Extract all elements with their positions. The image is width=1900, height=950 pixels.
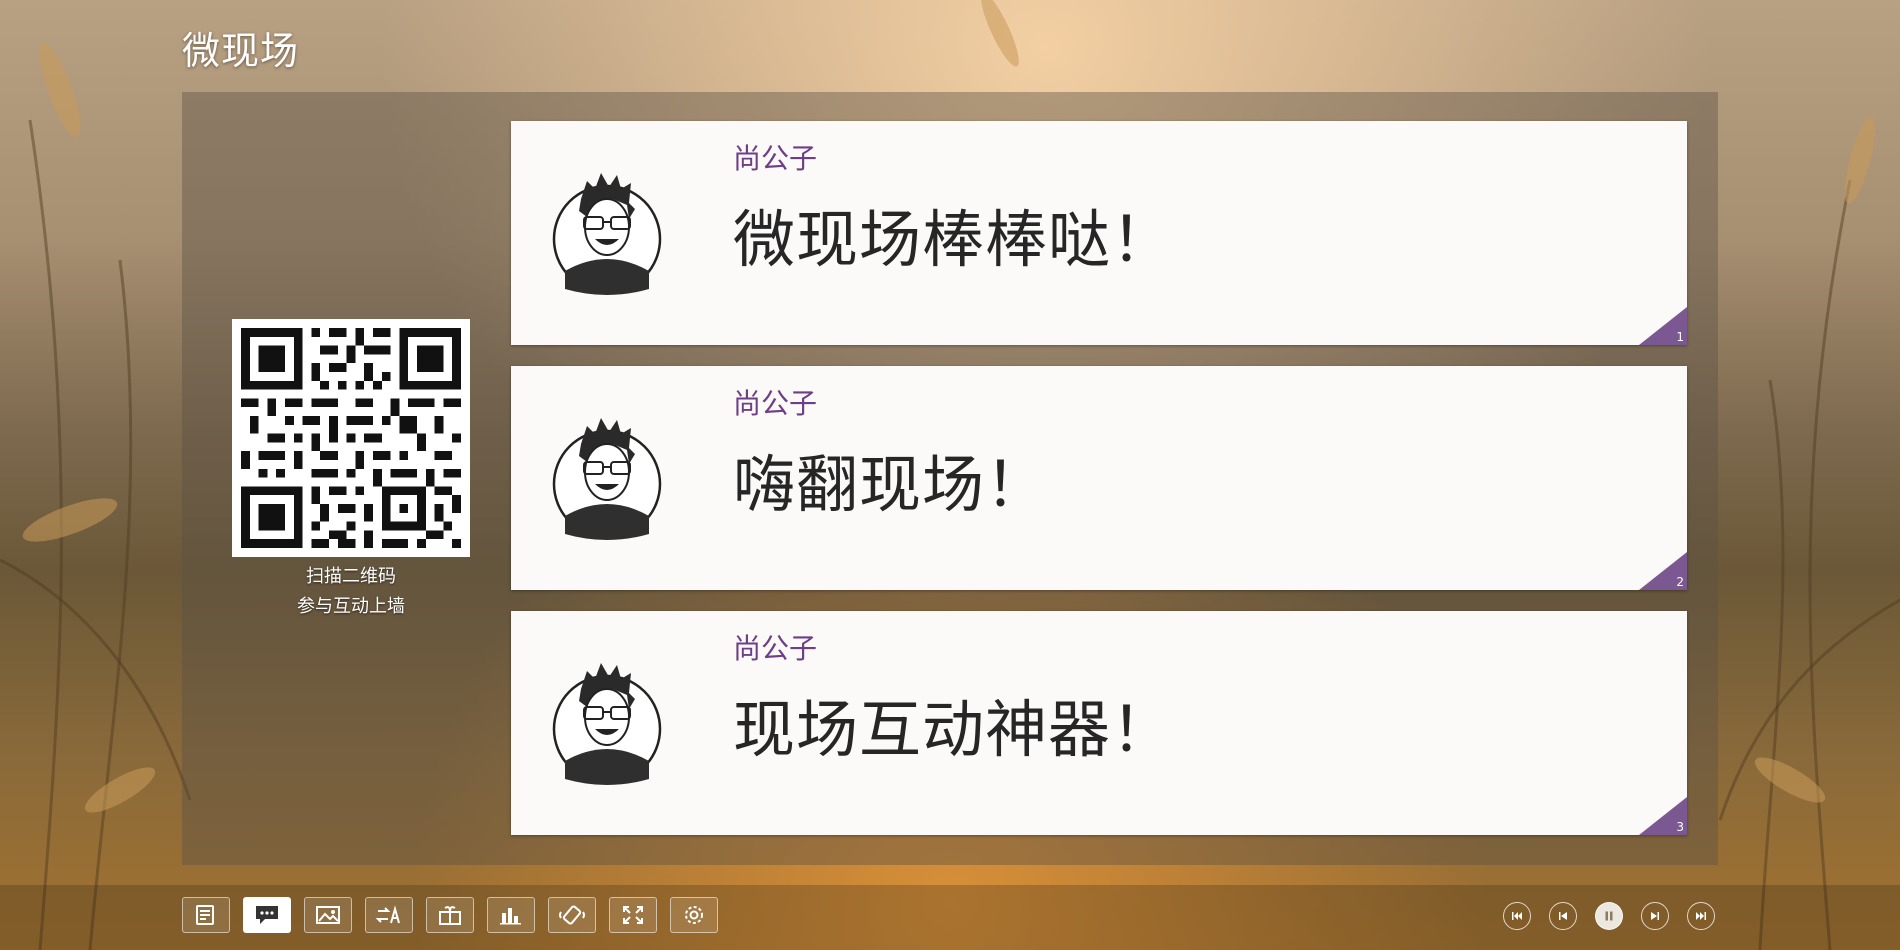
first-button[interactable] — [1503, 902, 1531, 930]
user-avatar — [552, 663, 662, 785]
fullscreen-icon — [623, 906, 643, 924]
sign-in-wall-icon — [196, 905, 214, 925]
message-index: 3 — [1676, 820, 1684, 834]
vote-chart-icon — [500, 908, 521, 925]
shake-button[interactable] — [548, 897, 596, 933]
message-card: 尚公子 微现场棒棒哒！ 1 — [511, 121, 1687, 345]
fullscreen-button[interactable] — [609, 897, 657, 933]
user-avatar — [552, 173, 662, 295]
last-icon — [1696, 912, 1706, 920]
qr-code — [232, 319, 470, 557]
message-username: 尚公子 — [733, 632, 818, 665]
message-index: 2 — [1676, 575, 1684, 589]
previous-icon — [1559, 912, 1567, 920]
message-index: 1 — [1676, 330, 1684, 344]
lottery-icon — [375, 905, 400, 924]
photo-wall-button[interactable] — [304, 897, 352, 933]
gift-icon — [439, 906, 461, 925]
settings-icon — [685, 906, 703, 924]
gift-button[interactable] — [426, 897, 474, 933]
first-icon — [1512, 912, 1522, 920]
message-text: 嗨翻现场！ — [733, 448, 1049, 521]
pause-icon — [1605, 911, 1613, 921]
last-button[interactable] — [1687, 902, 1715, 930]
message-card: 尚公子 嗨翻现场！ 2 — [511, 366, 1687, 590]
message-wall-button[interactable] — [243, 897, 291, 933]
next-icon — [1651, 912, 1659, 920]
app-title: 微现场 — [182, 29, 300, 73]
message-username: 尚公子 — [733, 387, 818, 420]
user-avatar — [552, 418, 662, 540]
pause-button[interactable] — [1595, 902, 1623, 930]
photo-wall-icon — [316, 906, 340, 924]
message-username: 尚公子 — [733, 142, 818, 175]
message-text: 现场互动神器！ — [733, 693, 1175, 766]
shake-icon — [559, 905, 585, 925]
previous-button[interactable] — [1549, 902, 1577, 930]
qr-caption-scan: 扫描二维码 — [306, 566, 396, 587]
message-wall-panel: 扫描二维码 参与互动上墙 尚公子 微现场棒棒哒！ 1 尚公子 嗨翻现场！ 2 尚… — [182, 92, 1718, 865]
message-card: 尚公子 现场互动神器！ 3 — [511, 611, 1687, 835]
qr-code-block: 扫描二维码 参与互动上墙 — [232, 319, 470, 617]
settings-button[interactable] — [670, 897, 718, 933]
qr-code-image — [241, 328, 461, 548]
next-button[interactable] — [1641, 902, 1669, 930]
bottom-toolbar — [0, 885, 1900, 950]
message-text: 微现场棒棒哒！ — [733, 203, 1175, 276]
lottery-button[interactable] — [365, 897, 413, 933]
sign-in-wall-button[interactable] — [182, 897, 230, 933]
vote-chart-button[interactable] — [487, 897, 535, 933]
message-wall-icon — [256, 906, 278, 924]
qr-caption-join: 参与互动上墙 — [297, 596, 405, 617]
